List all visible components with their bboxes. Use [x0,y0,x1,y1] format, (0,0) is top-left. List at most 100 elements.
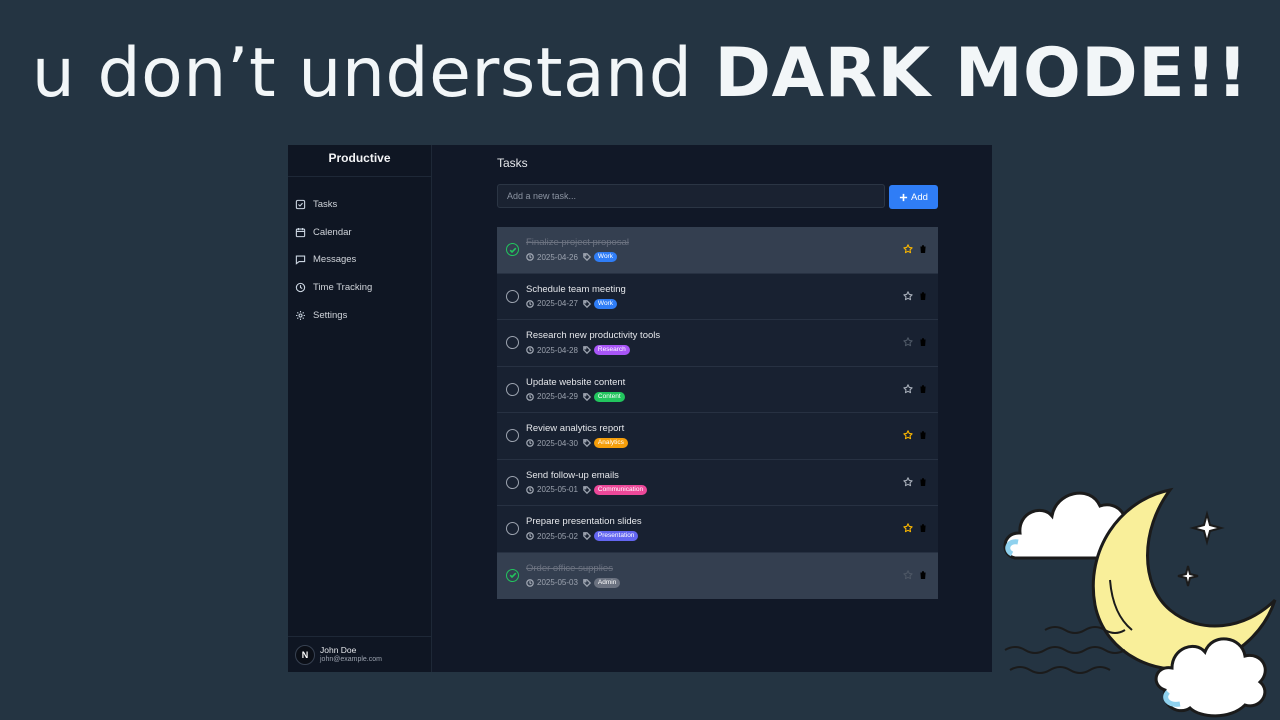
task-row[interactable]: Review analytics report 2025-04-30 Analy… [497,413,938,460]
task-list: Finalize project proposal 2025-04-26 Wor… [497,227,938,599]
task-checkbox[interactable] [506,429,519,442]
task-date: 2025-05-02 [537,531,578,541]
task-row[interactable]: Order office supplies 2025-05-03 Admin [497,552,938,599]
task-title: Research new productivity tools [526,330,661,341]
sidebar-item-tasks[interactable]: Tasks [288,191,431,219]
clock-icon [526,346,534,354]
trash-icon[interactable] [918,291,928,301]
task-row[interactable]: Schedule team meeting 2025-04-27 Work [497,274,938,320]
app-window: Productive Tasks Calendar Messages Time Tra… [288,145,992,672]
tag-icon [583,346,591,354]
checkmark-icon [509,247,516,253]
main-content: Tasks Add Finalize project proposal 2025… [432,145,992,672]
task-tag: Work [593,298,617,309]
task-tag: Presentation [593,531,639,541]
task-date: 2025-04-27 [537,299,578,308]
task-checkbox[interactable] [506,289,519,303]
clock-icon [526,578,534,587]
gear-icon [296,310,305,320]
trash-icon[interactable] [918,337,928,347]
task-row[interactable]: Send follow-up emails 2025-05-01 Communi… [497,460,938,506]
new-task-input[interactable] [497,184,885,208]
task-checkbox[interactable] [506,382,519,396]
headline-regular: u don’t understand [31,34,715,113]
task-title: Finalize project proposal [526,237,629,248]
sidebar-item-calendar[interactable]: Calendar [288,219,431,247]
tag-icon [583,485,591,494]
message-icon [295,255,306,266]
star-icon[interactable] [903,290,913,301]
task-tag: Content [593,391,625,402]
moon-clouds-illustration [1003,487,1277,718]
sidebar-item-label: Time Tracking [313,282,373,294]
tag-icon [583,253,591,261]
trash-icon[interactable] [918,384,928,394]
user-name: John Doe [320,645,357,655]
task-date: 2025-04-30 [537,438,578,448]
sidebar: Productive Tasks Calendar Messages Time Tra… [288,145,432,672]
trash-icon[interactable] [918,570,928,580]
task-checkbox[interactable] [506,568,519,582]
task-row[interactable]: Research new productivity tools 2025-04-… [497,320,938,367]
user-profile[interactable]: N John Doe john@example.com [288,636,431,672]
star-icon[interactable] [903,476,913,487]
sidebar-item-settings[interactable]: Settings [288,301,431,329]
task-meta: 2025-04-28 Research [526,345,630,355]
clock-icon [526,392,534,401]
calendar-icon [295,227,306,238]
star-icon[interactable] [903,430,913,440]
task-checkbox[interactable] [506,243,519,256]
task-meta: 2025-05-02 Presentation [526,531,639,541]
sidebar-item-messages[interactable]: Messages [288,246,431,274]
clock-icon [295,282,306,293]
star-icon[interactable] [903,337,913,347]
sidebar-item-label: Tasks [313,199,338,211]
headline: u don’t understand DARK MODE!! [0,34,1280,113]
task-title: Update website content [526,376,626,388]
task-tag: Research [593,345,630,355]
sidebar-item-label: Settings [313,309,348,321]
star-icon[interactable] [903,569,913,580]
tag-icon [583,299,591,308]
tag-icon [583,392,591,401]
task-date: 2025-05-03 [537,578,578,587]
sidebar-item-label: Messages [313,254,357,266]
task-meta: 2025-04-29 Content [526,391,625,402]
task-title: Send follow-up emails [526,469,619,481]
task-meta: 2025-04-27 Work [526,298,617,309]
add-button-label: Add [911,191,928,203]
tag-icon [583,439,591,447]
task-row[interactable]: Update website content 2025-04-29 Conten… [497,367,938,413]
clock-icon [526,439,534,447]
trash-icon[interactable] [918,477,928,487]
task-row[interactable]: Finalize project proposal 2025-04-26 Wor… [497,227,938,274]
sidebar-nav: Tasks Calendar Messages Time Tracking Settin… [288,177,431,329]
task-date: 2025-04-26 [537,252,578,262]
user-email: john@example.com [320,656,382,663]
clock-icon [526,485,534,494]
avatar: N [295,644,315,665]
star-icon[interactable] [903,244,913,254]
task-row[interactable]: Prepare presentation slides 2025-05-02 P… [497,506,938,553]
star-icon[interactable] [903,523,913,533]
check-square-icon [295,200,306,210]
tag-icon [583,532,591,540]
task-date: 2025-04-29 [537,392,578,401]
task-checkbox[interactable] [506,336,519,349]
task-tag: Work [593,252,617,262]
clock-icon [526,532,534,540]
page-title: Tasks [497,156,528,170]
clock-icon [526,299,534,308]
task-date: 2025-05-01 [537,485,578,494]
task-checkbox[interactable] [506,522,519,535]
trash-icon[interactable] [918,523,928,533]
trash-icon[interactable] [918,244,928,254]
task-checkbox[interactable] [506,475,519,489]
star-icon[interactable] [903,383,913,394]
sidebar-item-time-tracking[interactable]: Time Tracking [288,274,431,302]
add-task-button[interactable]: Add [889,185,938,209]
task-meta: 2025-04-30 Analytics [526,438,628,448]
task-title: Prepare presentation slides [526,516,642,527]
trash-icon[interactable] [918,430,928,440]
tag-icon [583,578,591,587]
